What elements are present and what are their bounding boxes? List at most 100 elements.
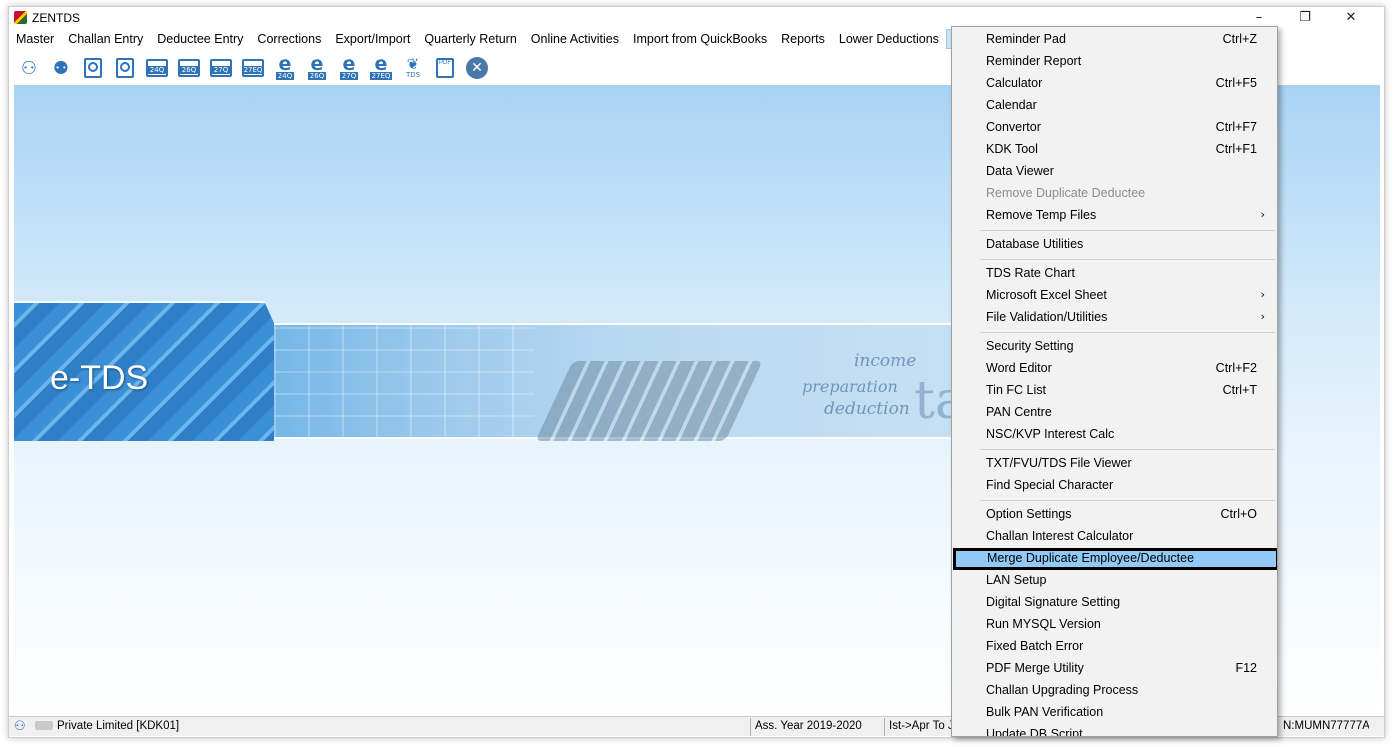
e-return-26q-button[interactable]: e 26Q xyxy=(305,54,329,80)
menu-item-run-mysql-version[interactable]: Run MYSQL Version xyxy=(952,614,1277,636)
menu-item-label: Calendar xyxy=(986,98,1037,112)
menu-item-label: Challan Interest Calculator xyxy=(986,529,1134,543)
menu-item-calendar[interactable]: Calendar xyxy=(952,95,1277,117)
menu-item-challan-interest-calculator[interactable]: Challan Interest Calculator xyxy=(952,526,1277,548)
menu-online-activities[interactable]: Online Activities xyxy=(524,29,626,49)
employees-icon: ⚉ xyxy=(52,57,70,79)
menu-item-file-validation-utilities[interactable]: File Validation/Utilities › xyxy=(952,307,1277,329)
e-return-27eq-icon: e 27EQ xyxy=(369,52,393,80)
e-return-27q-button[interactable]: e 27Q xyxy=(337,52,361,80)
menu-item-label: KDK Tool xyxy=(986,142,1038,156)
menu-item-fixed-batch-error[interactable]: Fixed Batch Error xyxy=(952,636,1277,658)
menu-item-merge-duplicate-employee-deductee[interactable]: Merge Duplicate Employee/Deductee xyxy=(953,548,1277,570)
company-icon: ⚇ xyxy=(14,719,26,734)
menu-quarterly-return[interactable]: Quarterly Return xyxy=(417,29,523,49)
menu-item-label: Digital Signature Setting xyxy=(986,595,1121,609)
pdf-document-icon: PDF xyxy=(436,58,454,78)
menu-item-label: TXT/FVU/TDS File Viewer xyxy=(986,456,1132,470)
menu-item-microsoft-excel-sheet[interactable]: Microsoft Excel Sheet › xyxy=(952,285,1277,307)
menu-separator xyxy=(980,332,1275,333)
chevron-right-icon: › xyxy=(1260,288,1265,301)
menu-item-label: LAN Setup xyxy=(986,573,1047,587)
menu-item-challan-upgrading-process[interactable]: Challan Upgrading Process xyxy=(952,680,1277,702)
shortcut-label: Ctrl+F7 xyxy=(1215,120,1257,134)
employees-button[interactable]: ⚉ xyxy=(49,56,73,80)
deductee-document-icon xyxy=(84,58,102,78)
menu-challan-entry[interactable]: Challan Entry xyxy=(61,29,150,49)
menu-item-kdk-tool[interactable]: KDK Tool Ctrl+F1 xyxy=(952,139,1277,161)
e-return-27q-icon: e 27Q xyxy=(339,52,359,80)
menu-separator xyxy=(980,500,1275,501)
menu-item-remove-temp-files[interactable]: Remove Temp Files › xyxy=(952,205,1277,227)
deductee-document-button[interactable] xyxy=(81,56,105,80)
menu-item-database-utilities[interactable]: Database Utilities xyxy=(952,234,1277,256)
menu-export-import[interactable]: Export/Import xyxy=(328,29,417,49)
e-return-24q-button[interactable]: e 24Q xyxy=(273,52,297,80)
menu-item-option-settings[interactable]: Option Settings Ctrl+O xyxy=(952,504,1277,526)
menu-item-label: Bulk PAN Verification xyxy=(986,705,1104,719)
menu-item-label: Remove Duplicate Deductee xyxy=(986,186,1146,200)
menu-item-label: Security Setting xyxy=(986,339,1074,353)
menu-item-digital-signature-setting[interactable]: Digital Signature Setting xyxy=(952,592,1277,614)
deductor-button[interactable]: ⚇ xyxy=(17,56,41,80)
tds-icon: ❦ TDS xyxy=(405,55,421,80)
menu-item-data-viewer[interactable]: Data Viewer xyxy=(952,161,1277,183)
status-period: Ist->Apr To J xyxy=(884,718,954,736)
menu-item-remove-duplicate-deductee: Remove Duplicate Deductee xyxy=(952,183,1277,205)
menu-item-pdf-merge-utility[interactable]: PDF Merge Utility F12 xyxy=(952,658,1277,680)
window-title: ZENTDS xyxy=(32,11,80,25)
employee-document-button[interactable] xyxy=(113,56,137,80)
shortcut-label: F12 xyxy=(1235,661,1257,675)
zentds-logo-icon xyxy=(14,11,27,24)
close-button[interactable]: ✕ xyxy=(1328,7,1374,29)
menu-item-label: Reminder Report xyxy=(986,54,1082,68)
tds-button[interactable]: ❦ TDS xyxy=(401,56,425,80)
menu-item-calculator[interactable]: Calculator Ctrl+F5 xyxy=(952,73,1277,95)
pdf-document-button[interactable]: PDF xyxy=(433,56,457,80)
form-label: 27Q xyxy=(339,71,359,80)
menu-corrections[interactable]: Corrections xyxy=(250,29,328,49)
menu-item-tin-fc-list[interactable]: Tin FC List Ctrl+T xyxy=(952,380,1277,402)
menu-item-label: PDF Merge Utility xyxy=(986,661,1084,675)
employee-document-icon xyxy=(116,58,134,78)
menu-item-update-db-script[interactable]: Update DB Script xyxy=(952,724,1277,737)
menu-item-bulk-pan-verification[interactable]: Bulk PAN Verification xyxy=(952,702,1277,724)
menu-item-nsc-kvp-interest-calc[interactable]: NSC/KVP Interest Calc xyxy=(952,424,1277,446)
menu-separator xyxy=(980,230,1275,231)
menu-lower-deductions[interactable]: Lower Deductions xyxy=(832,29,946,49)
menu-item-label: Fixed Batch Error xyxy=(986,639,1084,653)
menu-item-lan-setup[interactable]: LAN Setup xyxy=(952,570,1277,592)
form-24q-button[interactable]: 24Q xyxy=(145,56,169,80)
menu-item-label: Option Settings xyxy=(986,507,1072,521)
menu-item-convertor[interactable]: Convertor Ctrl+F7 xyxy=(952,117,1277,139)
form-27eq-button[interactable]: 27EQ xyxy=(241,56,265,80)
menu-import-from-quickbooks[interactable]: Import from QuickBooks xyxy=(626,29,774,49)
menu-item-tds-rate-chart[interactable]: TDS Rate Chart xyxy=(952,263,1277,285)
menu-item-reminder-report[interactable]: Reminder Report xyxy=(952,51,1277,73)
maximize-button[interactable]: ❐ xyxy=(1282,7,1328,29)
menu-item-security-setting[interactable]: Security Setting xyxy=(952,336,1277,358)
menu-item-label: Database Utilities xyxy=(986,237,1084,251)
menu-deductee-entry[interactable]: Deductee Entry xyxy=(150,29,250,49)
e-return-24q-icon: e 24Q xyxy=(275,52,295,80)
menu-item-txt-fvu-tds-file-viewer[interactable]: TXT/FVU/TDS File Viewer xyxy=(952,453,1277,475)
close-circle-button[interactable]: ✕ xyxy=(465,56,489,80)
menu-master[interactable]: Master xyxy=(9,29,61,49)
form-27q-button[interactable]: 27Q xyxy=(209,56,233,80)
shortcut-label: Ctrl+Z xyxy=(1222,32,1257,46)
menu-item-word-editor[interactable]: Word Editor Ctrl+F2 xyxy=(952,358,1277,380)
banner-grid-graphic xyxy=(274,323,534,439)
close-circle-icon: ✕ xyxy=(466,57,488,79)
form-label: 24Q xyxy=(147,66,167,74)
tools-dropdown-menu: Reminder Pad Ctrl+Z Reminder Report Calcula… xyxy=(951,26,1278,737)
menu-item-find-special-character[interactable]: Find Special Character xyxy=(952,475,1277,497)
form-26q-button[interactable]: 26Q xyxy=(177,56,201,80)
menu-item-pan-centre[interactable]: PAN Centre xyxy=(952,402,1277,424)
menu-item-label: Update DB Script xyxy=(986,727,1083,737)
menu-separator xyxy=(980,449,1275,450)
e-return-27eq-button[interactable]: e 27EQ xyxy=(369,52,393,80)
menu-reports[interactable]: Reports xyxy=(774,29,832,49)
status-company: Private Limited [KDK01] xyxy=(31,718,745,736)
status-tan: N:MUMN77777A xyxy=(1283,720,1369,732)
menu-item-reminder-pad[interactable]: Reminder Pad Ctrl+Z xyxy=(952,29,1277,51)
